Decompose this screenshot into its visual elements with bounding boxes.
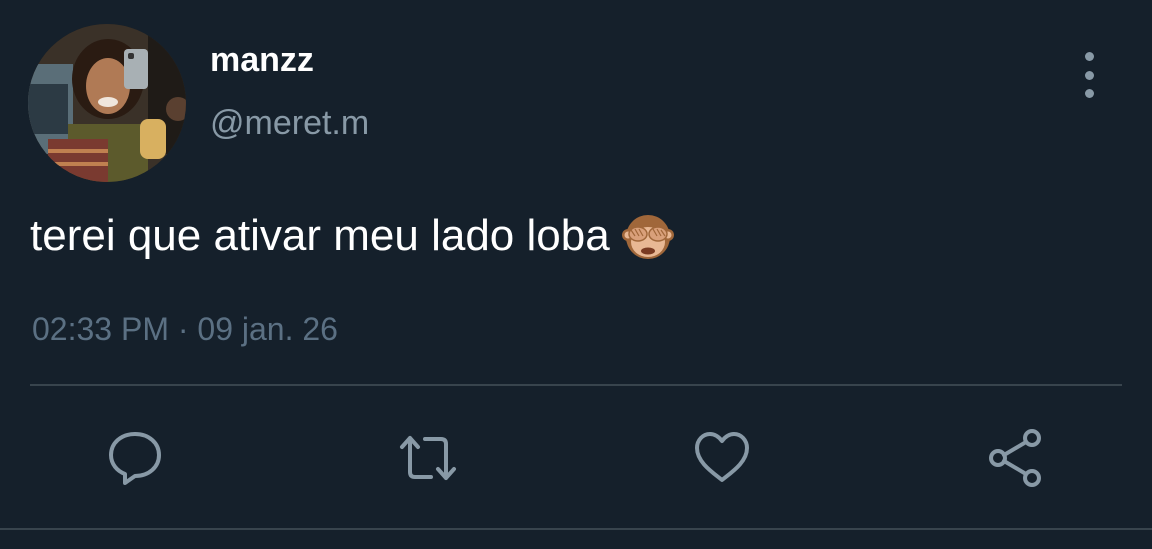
user-handle[interactable]: @meret.m	[210, 103, 369, 143]
avatar[interactable]	[28, 24, 186, 182]
tweet-text: terei que ativar meu lado loba	[30, 210, 674, 262]
see-no-evil-monkey-icon	[621, 210, 674, 262]
more-dot-icon	[1084, 89, 1094, 98]
more-dot-icon	[1084, 52, 1094, 61]
like-button[interactable]	[692, 428, 752, 488]
retweet-icon	[400, 436, 456, 480]
share-icon	[989, 429, 1041, 487]
retweet-button[interactable]	[398, 428, 458, 488]
share-button[interactable]	[986, 428, 1046, 488]
heart-icon	[695, 432, 749, 482]
more-options-button[interactable]	[1070, 52, 1108, 98]
tweet-card: manzz @meret.m terei que ativar meu lado…	[0, 0, 1152, 549]
speech-bubble-icon	[109, 432, 161, 485]
divider	[30, 384, 1122, 386]
reply-button[interactable]	[105, 428, 165, 488]
tweet-text-content: terei que ativar meu lado loba	[30, 211, 610, 260]
display-name[interactable]: manzz	[210, 40, 314, 80]
tweet-timestamp[interactable]: 02:33 PM · 09 jan. 26	[32, 310, 338, 348]
more-dot-icon	[1084, 70, 1094, 80]
avatar-photo	[28, 24, 186, 182]
bottom-divider	[0, 528, 1152, 530]
